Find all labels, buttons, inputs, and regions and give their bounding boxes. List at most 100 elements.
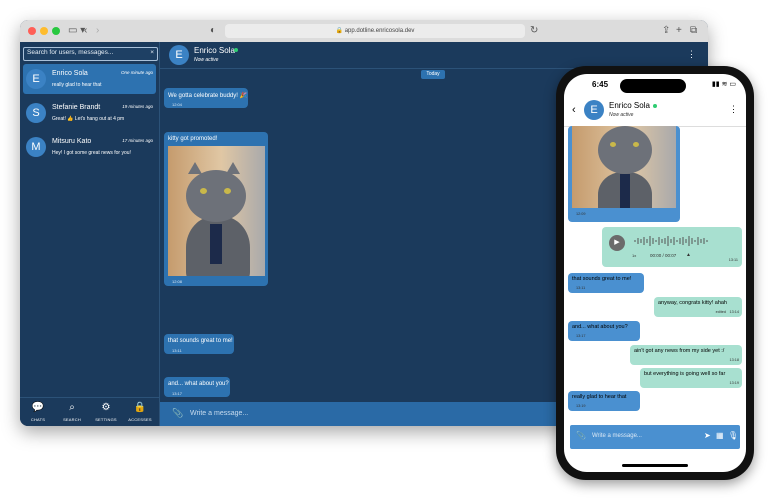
conversation-preview: Great! 👍 Let's hang out at 4 pm	[52, 116, 125, 122]
message-composer[interactable]: 📎 Write a message... ➤ ▦ 🎙	[570, 425, 740, 449]
message-time: 13:17	[576, 334, 586, 338]
date-separator: Today	[421, 70, 445, 79]
search-placeholder: Search for users, messages...	[27, 49, 114, 56]
message-time: 13:14	[729, 310, 739, 314]
more-options-icon[interactable]: ⋮	[729, 104, 738, 115]
message-time: 13:17	[172, 391, 183, 396]
play-icon[interactable]: ▶	[609, 235, 625, 251]
send-icon[interactable]: ➤	[704, 431, 711, 440]
message-bubble[interactable]: and... what about you? 13:17	[568, 321, 640, 341]
online-indicator	[653, 104, 657, 108]
message-time: 13:11	[728, 258, 738, 262]
avatar: E	[26, 69, 46, 89]
qr-code-icon[interactable]: ▦	[716, 431, 724, 440]
lock-icon: 🔒	[133, 402, 147, 413]
microphone-icon[interactable]: 🎙	[728, 431, 738, 440]
nav-label: CHATS	[30, 417, 46, 422]
message-bubble[interactable]: and... what about you? 13:17	[164, 377, 230, 397]
message-time: 13:11	[172, 348, 182, 353]
message-bubble[interactable]: anyway, congrats kitty! ahah edited 13:1…	[654, 297, 742, 317]
message-bubble-photo[interactable]: 12:09	[568, 126, 680, 222]
nav-search[interactable]: ⌕ SEARCH	[55, 402, 89, 422]
message-time: 13:19	[729, 381, 739, 385]
phone-chat-header: ‹ E Enrico Sola Now active ⋮	[564, 96, 746, 127]
message-bubble[interactable]: that sounds great to me! 13:11	[568, 273, 644, 293]
cat-photo[interactable]	[572, 126, 676, 208]
conversation-name: Enrico Sola	[52, 70, 88, 77]
nav-settings[interactable]: ⚙ SETTINGS	[89, 402, 123, 422]
audio-waveform[interactable]	[634, 235, 710, 247]
search-input[interactable]: Search for users, messages... ×	[23, 47, 158, 61]
minimize-window-button[interactable]	[40, 27, 48, 35]
zoom-window-button[interactable]	[52, 27, 60, 35]
settings-icon: ⚙	[101, 402, 111, 413]
message-bubble[interactable]: We gotta celebrate buddy! 🎉 12:04	[164, 88, 248, 108]
address-bar[interactable]: 🔒 app.dotline.enricosola.dev	[225, 24, 525, 38]
message-text: We gotta celebrate buddy! 🎉	[168, 93, 248, 99]
message-time: 12:04	[172, 102, 183, 107]
conversation-time: 19 minutes ago	[122, 104, 153, 109]
voice-message-bubble[interactable]: ▶ 1x 00:00 / 00:07 ▲ 13:11	[602, 227, 742, 267]
conversation-name: Stefanie Brandt	[52, 104, 101, 111]
nav-label: SETTINGS	[95, 417, 117, 422]
message-time: 12:09	[576, 212, 586, 216]
clear-search-icon[interactable]: ×	[150, 49, 154, 56]
speed-icon[interactable]: 1x	[632, 253, 636, 258]
status-bar: 6:45 ▮▮ ≋ ▭	[564, 74, 746, 94]
reload-icon[interactable]: ↻	[530, 24, 538, 38]
tab-overview-icon[interactable]: ⧉	[690, 24, 697, 38]
message-bubble-photo[interactable]: kitty got promoted! 12:08	[164, 132, 268, 286]
message-bubble[interactable]: ain't got any news from my side yet :/ 1…	[630, 345, 742, 365]
nav-accesses[interactable]: 🔒 ACCESSES	[123, 402, 157, 422]
sidebar-toggle-icon[interactable]: ▭ ▾	[68, 24, 85, 38]
message-text: that sounds great to me!	[572, 276, 632, 282]
conversation-item-mitsuru[interactable]: M Mitsuru Kato Hey! I got some great new…	[23, 132, 156, 162]
back-icon[interactable]: ‹	[572, 104, 576, 116]
new-tab-icon[interactable]: +	[676, 24, 682, 38]
message-text: and... what about you?	[168, 381, 229, 387]
avatar: M	[26, 137, 46, 157]
message-text: ain't got any news from my side yet :/	[634, 348, 725, 354]
attachment-icon[interactable]: 📎	[576, 431, 586, 440]
share-icon[interactable]: ⇪	[662, 24, 670, 38]
cat-head	[186, 170, 246, 222]
cat-photo[interactable]	[168, 146, 265, 276]
close-window-button[interactable]	[28, 27, 36, 35]
chat-header: E Enrico Sola Now active ⋮	[160, 42, 708, 69]
nav-chats[interactable]: 💬 CHATS	[21, 402, 55, 422]
dynamic-island	[620, 79, 686, 93]
edited-label: edited	[715, 310, 726, 314]
message-text: but everything is going well so far	[644, 371, 726, 377]
conversation-item-enrico[interactable]: E Enrico Sola really glad to hear that O…	[23, 64, 156, 94]
cat-eye	[224, 188, 231, 194]
cat-eye	[200, 188, 207, 194]
avatar: S	[26, 103, 46, 123]
audio-duration: 00:00 / 00:07	[650, 253, 677, 258]
more-options-icon[interactable]: ⋮	[687, 49, 696, 60]
message-bubble[interactable]: really glad to hear that 13:19	[568, 391, 640, 411]
message-time: 13:18	[729, 358, 739, 362]
address-url: app.dotline.enricosola.dev	[344, 28, 415, 34]
conversation-preview: Hey! I got some great news for you!	[52, 150, 131, 156]
transcript-icon[interactable]: ▲	[686, 252, 691, 258]
bottom-navigation: 💬 CHATS ⌕ SEARCH ⚙ SETTINGS 🔒 ACCESSES	[20, 397, 159, 426]
back-icon[interactable]: ‹	[84, 24, 87, 38]
signal-battery-icon: ▮▮ ≋ ▭	[711, 81, 736, 88]
conversation-item-stefanie[interactable]: S Stefanie Brandt Great! 👍 Let's hang ou…	[23, 98, 156, 128]
message-bubble[interactable]: that sounds great to me! 13:11	[164, 334, 234, 354]
privacy-shield-icon[interactable]: ◐	[210, 24, 216, 38]
message-text: that sounds great to me!	[168, 338, 233, 344]
contact-status: Now active	[194, 57, 219, 63]
message-bubble[interactable]: but everything is going well so far 13:1…	[640, 368, 742, 388]
phone-frame: 6:45 ▮▮ ≋ ▭ ‹ E Enrico Sola Now active ⋮…	[556, 66, 754, 480]
browser-titlebar: ▭ ▾ ‹ › ◐ 🔒 app.dotline.enricosola.dev ↻…	[20, 20, 708, 42]
avatar: E	[169, 45, 189, 65]
cat-eye	[610, 142, 616, 147]
attachment-icon[interactable]: 📎	[172, 408, 183, 419]
nav-label: SEARCH	[63, 417, 81, 422]
message-text: kitty got promoted!	[168, 136, 218, 142]
cat-head	[598, 126, 652, 174]
conversation-time: 17 minutes ago	[122, 138, 153, 143]
status-time: 6:45	[592, 80, 609, 89]
forward-icon[interactable]: ›	[96, 24, 99, 38]
